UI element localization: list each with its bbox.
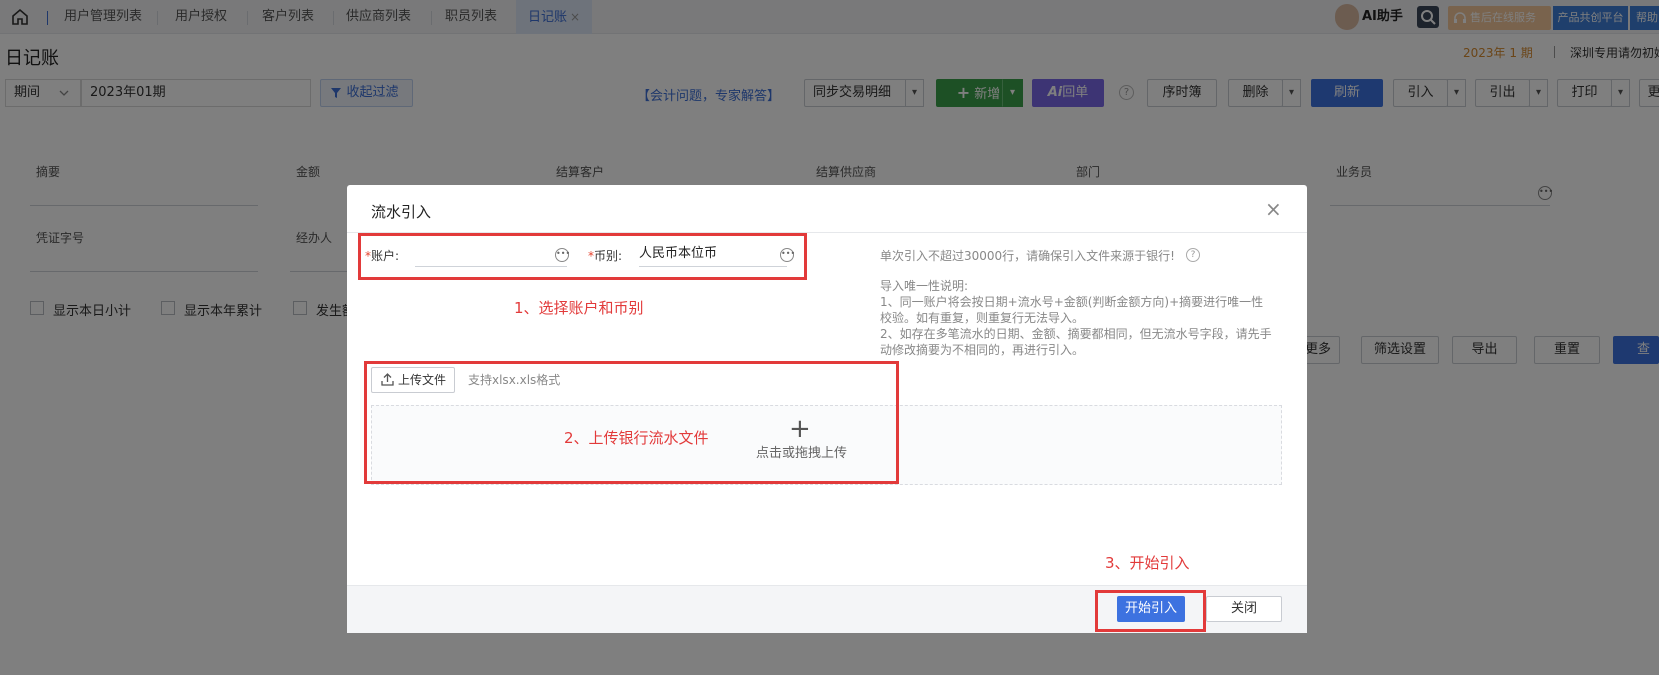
uniqueness-rule-2: 2、如存在多笔流水的日期、金额、摘要都相同，但无流水号字段，请先手动修改摘要为不… <box>880 327 1272 357</box>
step2-annotation: 2、上传银行流水文件 <box>564 429 709 447</box>
uniqueness-rule-1: 1、同一账户将会按日期+流水号+金额(判断金额方向)+摘要进行唯一性校验。如有重… <box>880 295 1264 325</box>
uniqueness-title: 导入唯一性说明: <box>880 279 969 293</box>
step1-annotation: 1、选择账户和币别 <box>514 299 644 317</box>
import-limit-hint: 单次引入不超过30000行，请确保引入文件来源于银行! <box>880 249 1175 263</box>
close-icon[interactable]: × <box>1265 197 1282 221</box>
step3-annotation: 3、开始引入 <box>1105 554 1190 572</box>
step3-highlight <box>1095 590 1206 632</box>
close-button[interactable]: 关闭 <box>1206 596 1282 622</box>
dialog-title: 流水引入 <box>371 203 432 221</box>
step2-highlight <box>364 361 899 484</box>
step1-highlight <box>358 233 807 280</box>
help-icon[interactable]: ? <box>1186 248 1200 262</box>
